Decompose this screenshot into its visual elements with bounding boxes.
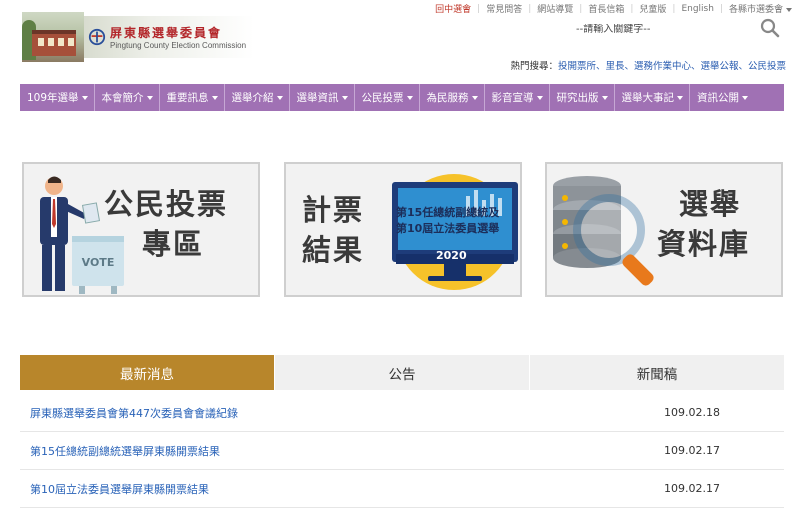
top-links: 回中選會 | 常見問答 | 網站導覽 | 首長信箱 | 兒童版 | Englis… [435,2,792,15]
nav-item-chronicle[interactable]: 選舉大事記 [615,84,691,111]
news-date: 109.02.17 [664,482,720,495]
nav-item-109-election[interactable]: 109年選舉 [20,84,95,111]
news-date: 109.02.18 [664,406,720,419]
logo-building-photo [22,12,84,62]
nav-item-open-info[interactable]: 資訊公開 [690,84,754,111]
banner-election-database[interactable]: 選舉 資料庫 [545,162,783,297]
nav-item-referendum[interactable]: 公民投票 [355,84,420,111]
chevron-down-icon [81,95,88,100]
tab-latest-news[interactable]: 最新消息 [20,355,275,390]
chevron-down-icon [211,95,218,100]
main-nav: 109年選舉 本會簡介 重要訊息 選舉介紹 選舉資訊 公民投票 為民服務 影音宣… [20,84,784,111]
nav-item-media[interactable]: 影音宣導 [485,84,550,111]
news-date: 109.02.17 [664,444,720,457]
tab-announcements[interactable]: 公告 [275,355,530,390]
nav-item-important-news[interactable]: 重要訊息 [160,84,225,111]
news-list: 屏東縣選舉委員會第447次委員會會議紀錄 109.02.18 第15任總統副總統… [20,394,784,508]
news-tabs: 最新消息 公告 新聞稿 [20,355,784,390]
chevron-down-icon [146,95,153,100]
top-link-english[interactable]: English [681,4,714,14]
logo-title: 屏東縣選舉委員會 [110,26,223,40]
hot-search-label: 熱門搜尋： [510,61,558,72]
chevron-down-icon [601,95,608,100]
site-logo[interactable]: 屏東縣選舉委員會 Pingtung County Election Commis… [22,12,254,62]
chevron-down-icon [276,95,283,100]
screen-line2: 第10屆立法委員選舉 [396,222,500,235]
nav-item-public-service[interactable]: 為民服務 [420,84,485,111]
top-link-sitemap[interactable]: 網站導覽 [537,2,573,15]
emblem-icon [88,28,106,46]
chevron-down-icon [677,95,684,100]
banner-referendum[interactable]: VOTE 公民投票 專區 [22,162,260,297]
top-link-kids[interactable]: 兒童版 [639,2,666,15]
chevron-down-icon [471,95,478,100]
chevron-down-icon [406,95,413,100]
banner-results-line2: 結果 [302,233,365,267]
chevron-down-icon [786,8,792,12]
banner-results-line1: 計票 [302,193,365,227]
nav-item-election-intro[interactable]: 選舉介紹 [225,84,290,111]
screen-year: 2020 [436,249,467,262]
logo-subtitle: Pingtung County Election Commission [110,41,247,50]
hot-search-links[interactable]: 投開票所、里長、選務作業中心、選舉公報、公民投票 [558,58,786,72]
tab-press-releases[interactable]: 新聞稿 [530,355,784,390]
chevron-down-icon [536,95,543,100]
list-item: 第10屆立法委員選舉屏東縣開票結果 109.02.17 [20,470,784,508]
banner-database-line2: 資料庫 [657,227,751,261]
list-item: 屏東縣選舉委員會第447次委員會會議紀錄 109.02.18 [20,394,784,432]
banner-database-line1: 選舉 [679,187,742,221]
search-input[interactable] [570,23,750,35]
news-title[interactable]: 第15任總統副總統選舉屏東縣開票結果 [30,443,220,459]
vote-box-label: VOTE [82,256,115,269]
nav-item-publications[interactable]: 研究出版 [550,84,615,111]
hot-search: 熱門搜尋： 投開票所、里長、選務作業中心、選舉公報、公民投票 [510,58,786,72]
top-link-county-commissions[interactable]: 各縣市選委會 [729,2,792,15]
screen-line1: 第15任總統副總統及 [396,206,500,219]
top-link-cec[interactable]: 回中選會 [435,2,471,15]
search-bar [570,18,790,40]
voter-illustration-icon: VOTE [40,176,124,294]
chevron-down-icon [742,95,749,100]
banner-referendum-line2: 專區 [142,227,205,261]
search-icon[interactable] [760,18,780,38]
list-item: 第15任總統副總統選舉屏東縣開票結果 109.02.17 [20,432,784,470]
nav-item-election-info[interactable]: 選舉資訊 [290,84,355,111]
nav-item-about[interactable]: 本會簡介 [95,84,160,111]
news-title[interactable]: 屏東縣選舉委員會第447次委員會會議紀錄 [30,405,238,421]
chevron-down-icon [341,95,348,100]
top-link-mailbox[interactable]: 首長信箱 [588,2,624,15]
banner-vote-results[interactable]: 計票 結果 第15任總統副總統及 第10屆立法委員選舉 2020 [284,162,522,297]
top-link-faq[interactable]: 常見問答 [486,2,522,15]
news-title[interactable]: 第10屆立法委員選舉屏東縣開票結果 [30,481,209,497]
banner-referendum-line1: 公民投票 [104,187,229,221]
